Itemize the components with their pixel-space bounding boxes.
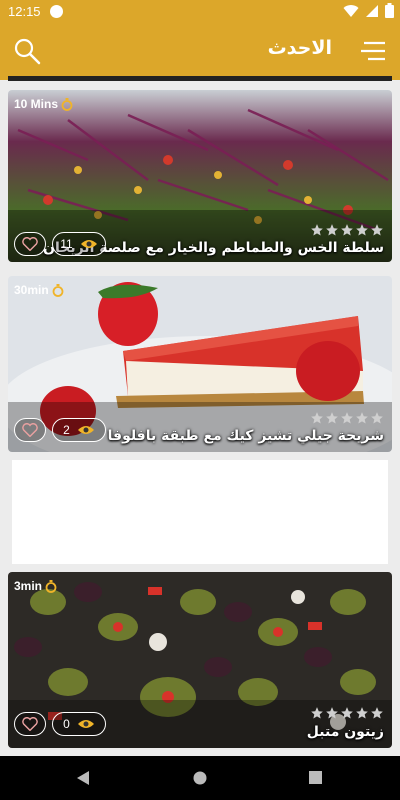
menu-icon[interactable] bbox=[360, 40, 386, 62]
recipe-title: شريحة جيلي تشيز كيك مع طبقة بافلوفا bbox=[107, 428, 384, 444]
views-count: 2 bbox=[63, 423, 70, 437]
battery-icon bbox=[385, 3, 394, 18]
recipe-card[interactable]: 30min شريحة جيلي تشيز كيك مع طبقة بافلوف… bbox=[8, 276, 392, 452]
favorite-button[interactable] bbox=[14, 232, 46, 256]
star-icon bbox=[311, 412, 323, 424]
rating-stars bbox=[310, 706, 384, 720]
heart-icon bbox=[22, 717, 38, 731]
views-counter: 2 bbox=[52, 418, 106, 442]
star-icon bbox=[371, 224, 383, 236]
status-bar: 12:15 bbox=[0, 0, 400, 24]
app-notification-icon bbox=[50, 5, 63, 18]
timer-icon bbox=[61, 97, 73, 111]
recipe-card[interactable]: 10 Mins سلطة الخس والطماطم والخيار مع صل… bbox=[8, 90, 392, 262]
empty-slot bbox=[12, 460, 388, 564]
timer-icon bbox=[52, 283, 64, 297]
star-icon bbox=[371, 412, 383, 424]
cook-time: 30min bbox=[14, 283, 64, 297]
recents-icon[interactable] bbox=[309, 771, 322, 784]
eye-icon bbox=[77, 426, 94, 434]
heart-icon bbox=[22, 423, 38, 437]
favorite-button[interactable] bbox=[14, 418, 46, 442]
timer-icon bbox=[45, 579, 57, 593]
home-icon[interactable] bbox=[193, 771, 207, 785]
heart-icon bbox=[22, 237, 38, 251]
recipe-title: زيتون متبل bbox=[306, 724, 384, 740]
views-count: 11 bbox=[60, 237, 73, 251]
star-icon bbox=[326, 412, 338, 424]
star-icon bbox=[341, 224, 353, 236]
status-time: 12:15 bbox=[8, 4, 41, 19]
recipe-card[interactable]: 3min زيتون متبل 0 bbox=[8, 572, 392, 748]
star-icon bbox=[326, 707, 338, 719]
status-icons bbox=[343, 3, 394, 18]
views-counter: 0 bbox=[52, 712, 106, 736]
star-icon bbox=[371, 707, 383, 719]
page-title: الاحدث bbox=[267, 37, 332, 59]
app-bar: الاحدث bbox=[0, 24, 400, 80]
star-icon bbox=[311, 224, 323, 236]
eye-icon bbox=[80, 240, 97, 248]
star-icon bbox=[356, 224, 368, 236]
favorite-button[interactable] bbox=[14, 712, 46, 736]
cook-time-text: 30min bbox=[14, 283, 49, 297]
signal-icon bbox=[366, 4, 378, 17]
cook-time: 10 Mins bbox=[14, 97, 73, 111]
star-icon bbox=[341, 707, 353, 719]
views-counter: 11 bbox=[52, 232, 106, 256]
star-icon bbox=[356, 707, 368, 719]
rating-stars bbox=[310, 411, 384, 425]
star-icon bbox=[311, 707, 323, 719]
star-icon bbox=[356, 412, 368, 424]
star-icon bbox=[341, 412, 353, 424]
cook-time-text: 3min bbox=[14, 579, 43, 593]
search-icon[interactable] bbox=[12, 36, 42, 66]
wifi-icon bbox=[343, 4, 359, 17]
system-nav-bar bbox=[0, 756, 400, 800]
list-top-divider bbox=[8, 76, 392, 81]
star-icon bbox=[326, 224, 338, 236]
rating-stars bbox=[310, 223, 384, 237]
cook-time: 3min bbox=[14, 579, 57, 593]
back-icon[interactable] bbox=[76, 770, 90, 786]
eye-icon bbox=[77, 720, 94, 728]
views-count: 0 bbox=[63, 717, 70, 731]
cook-time-text: 10 Mins bbox=[14, 97, 59, 111]
